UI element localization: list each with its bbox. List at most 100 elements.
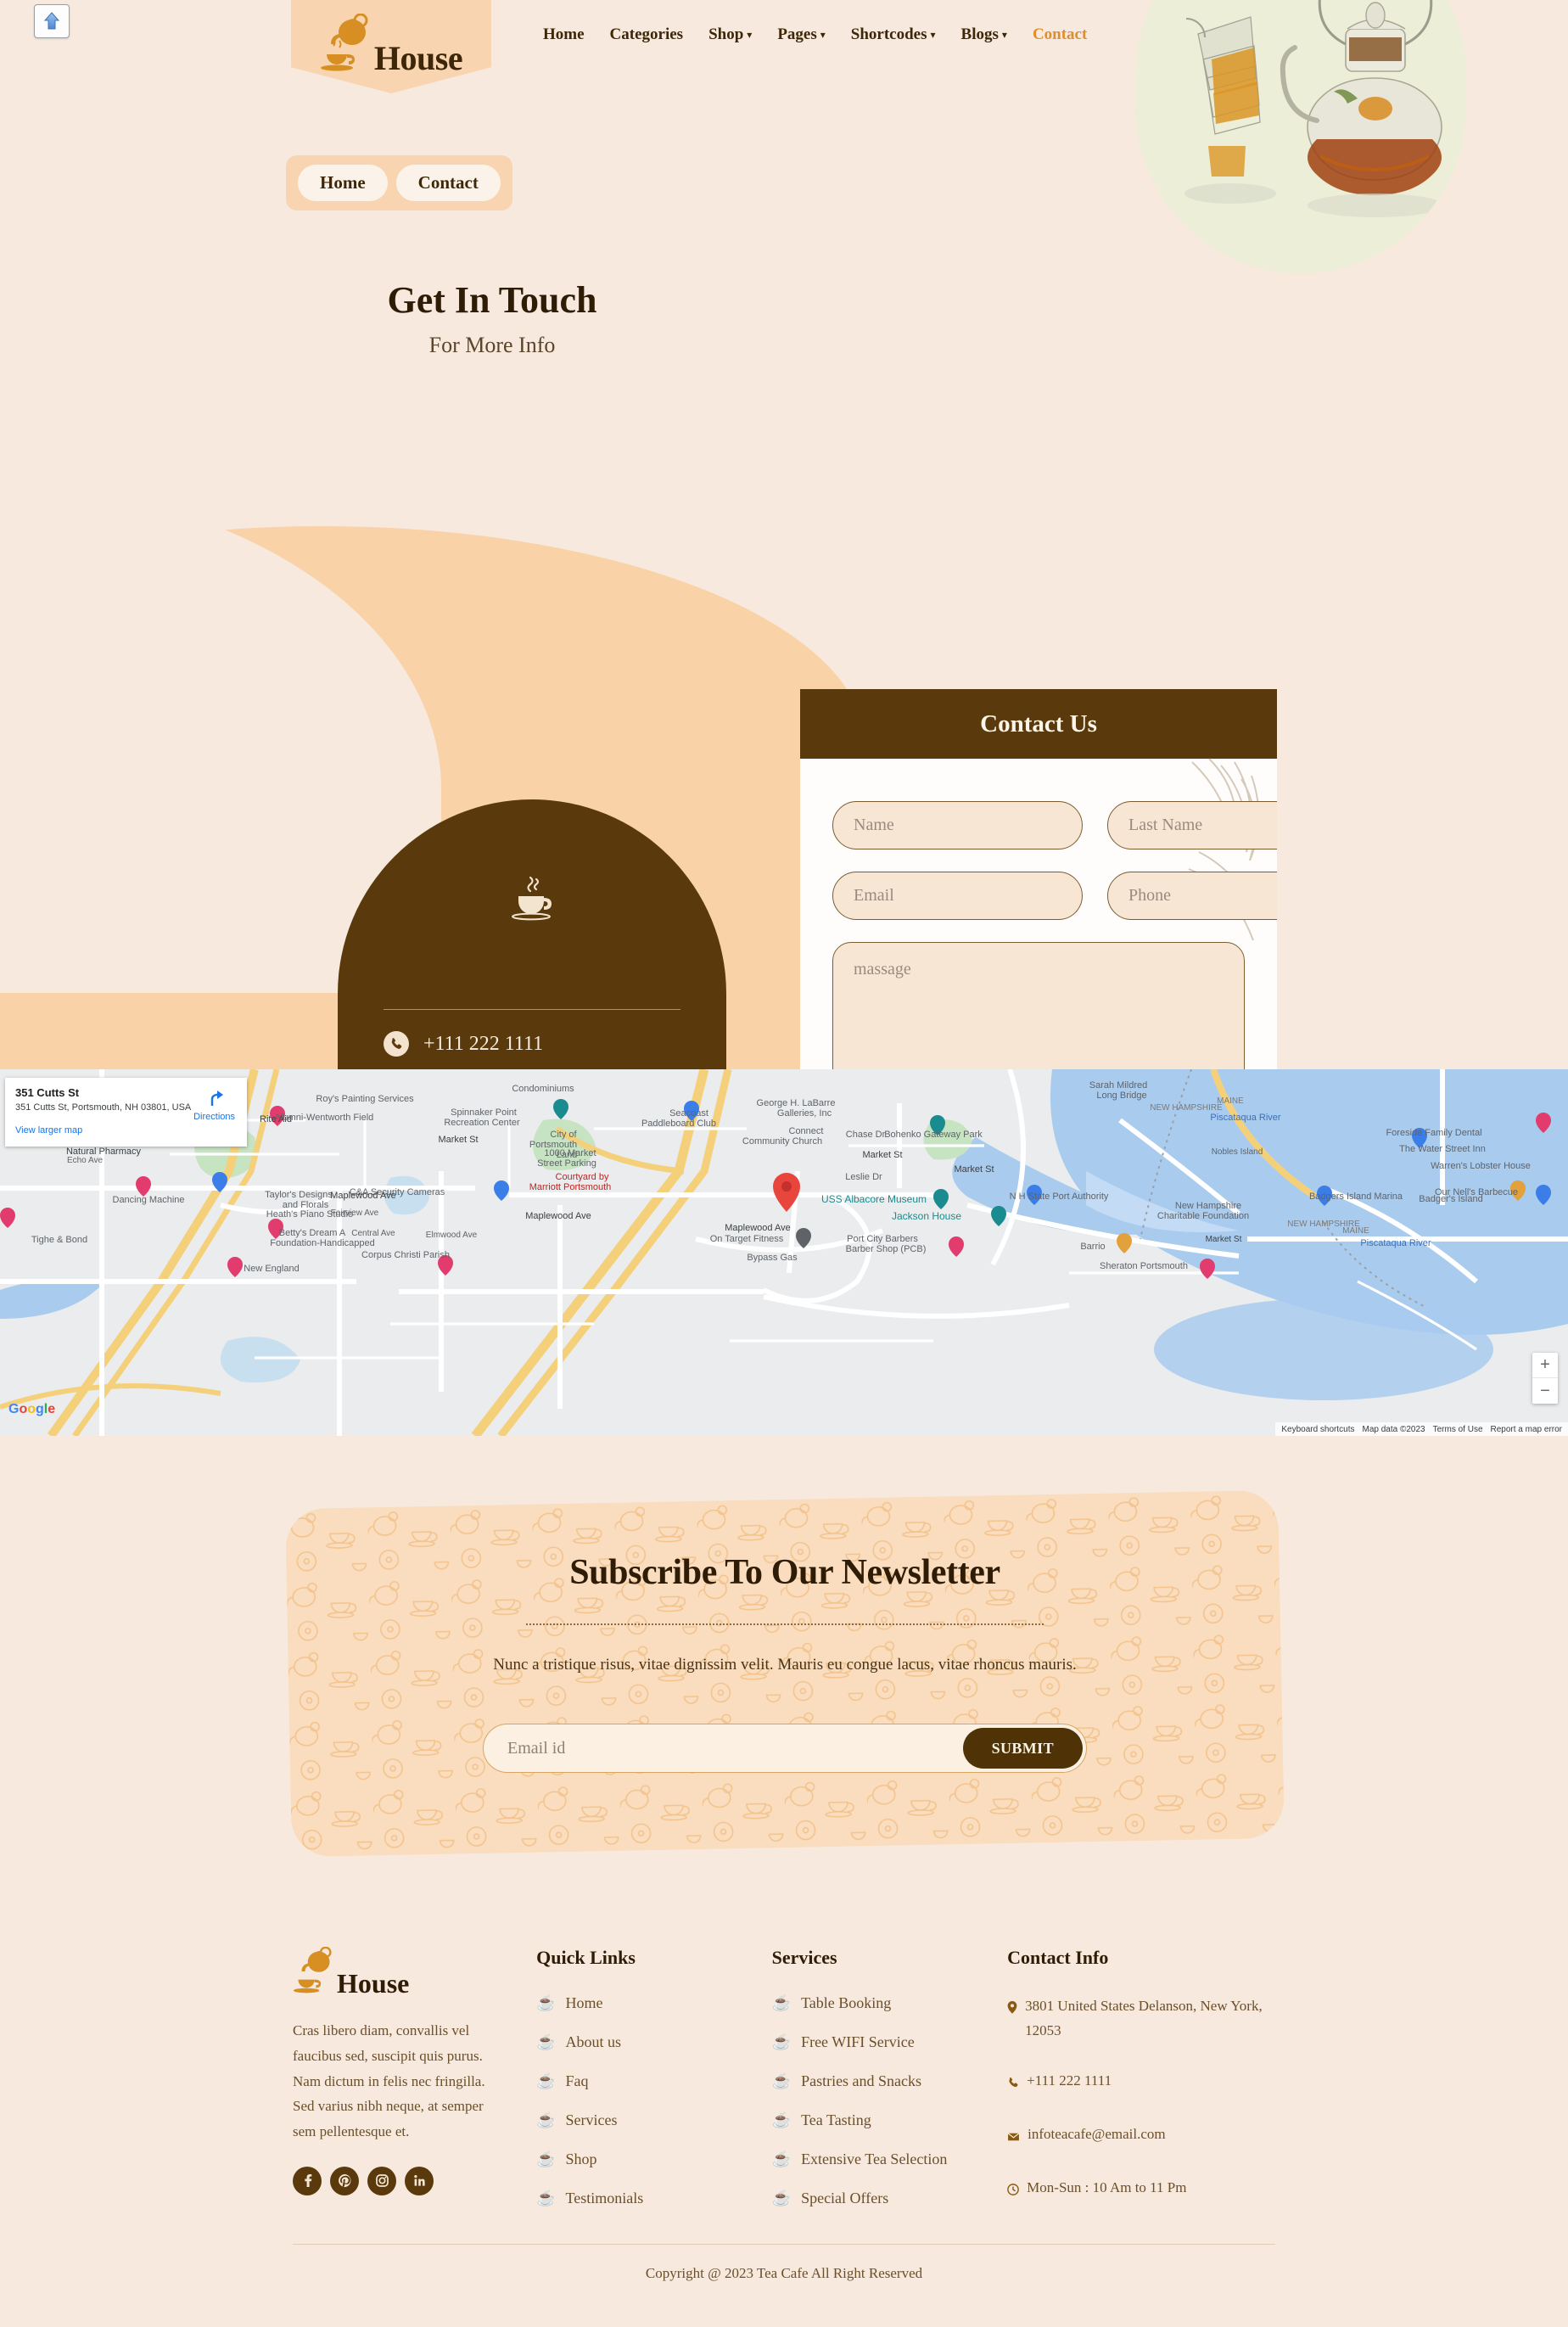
google-logo: Google: [8, 1402, 56, 1416]
map-label: Market St: [954, 1164, 994, 1175]
chevron-down-icon: ▾: [930, 29, 936, 41]
newsletter-section: Subscribe To Our Newsletter Nunc a trist…: [0, 1436, 1568, 1928]
footer-service-tea-tasting[interactable]: ☕ Tea Tasting: [772, 2111, 1008, 2129]
map-label: Badger's Island: [1419, 1194, 1482, 1204]
linkedin-icon[interactable]: [405, 2166, 434, 2195]
nav-item-contact[interactable]: Contact: [1033, 25, 1087, 44]
map-label: Market St: [1206, 1235, 1242, 1244]
last-name-input[interactable]: [1107, 801, 1277, 849]
footer-logo-text: House: [337, 1967, 410, 1999]
facebook-icon[interactable]: [293, 2166, 322, 2195]
main-navigation[interactable]: Home Categories Shop ▾ Pages ▾ Shortcodes ▾…: [543, 25, 1087, 44]
phone-icon: [1007, 2072, 1019, 2097]
map-label: Corpus Christi Parish: [361, 1250, 450, 1260]
footer-logo[interactable]: House: [293, 1947, 536, 1999]
footer-link-testimonials[interactable]: ☕ Testimonials: [536, 2190, 772, 2207]
map-label: Market St: [438, 1135, 478, 1145]
instagram-icon[interactable]: [367, 2166, 396, 2195]
footer-service-special-offers[interactable]: ☕ Special Offers: [772, 2190, 1008, 2207]
contact-phone-row[interactable]: +111 222 1111: [384, 1010, 680, 1069]
footer-brand-column: House Cras libero diam, convallis vel fa…: [293, 1947, 536, 2229]
map-label: Sheraton Portsmouth: [1100, 1261, 1188, 1271]
pinterest-icon[interactable]: [330, 2166, 359, 2195]
map-label: Fairview Ave: [331, 1208, 379, 1218]
cup-bullet-icon: ☕: [771, 2190, 792, 2206]
map-label: Chase Dr: [846, 1130, 886, 1140]
footer-service-free-wifi[interactable]: ☕ Free WIFI Service: [772, 2033, 1008, 2051]
cup-bullet-icon: ☕: [536, 2033, 556, 2050]
social-links: [293, 2166, 536, 2195]
first-name-input[interactable]: [832, 801, 1083, 849]
nav-item-shop[interactable]: Shop ▾: [708, 25, 752, 44]
map-label: Foreside Family Dental: [1386, 1128, 1481, 1138]
footer-link-about-us[interactable]: ☕ About us: [536, 2033, 772, 2051]
breadcrumb-current[interactable]: Contact: [395, 165, 501, 201]
nav-item-pages[interactable]: Pages ▾: [777, 25, 825, 44]
map-destination-marker[interactable]: [772, 1173, 801, 1212]
teapot-cup-icon: [293, 1947, 332, 1993]
map-label: Betty's Dream A: [279, 1228, 346, 1238]
map-label: Warren's Lobster House: [1431, 1161, 1531, 1171]
map-data-label: Map data ©2023: [1362, 1424, 1425, 1434]
map-zoom-controls[interactable]: + −: [1532, 1353, 1558, 1404]
footer-link-home[interactable]: ☕ Home: [536, 1994, 772, 2012]
cup-bullet-icon: ☕: [771, 1994, 792, 2011]
nav-item-shortcodes[interactable]: Shortcodes ▾: [851, 25, 936, 44]
chevron-down-icon: ▾: [1001, 29, 1007, 41]
footer-service-table-booking[interactable]: ☕ Table Booking: [772, 1994, 1008, 2012]
map-label: George H. LaBarre: [757, 1098, 836, 1108]
terms-of-use-link[interactable]: Terms of Use: [1433, 1425, 1483, 1434]
map-label: Condominiums: [512, 1084, 574, 1094]
logo-banner[interactable]: House: [291, 0, 491, 93]
map-label: Maplewood Ave: [330, 1191, 395, 1201]
contact-form-title: Contact Us: [980, 709, 1097, 737]
map-label: Piscataqua River: [1210, 1113, 1280, 1123]
map-label: New England: [244, 1264, 299, 1274]
breadcrumb-home[interactable]: Home: [298, 165, 388, 201]
report-map-error-link[interactable]: Report a map error: [1491, 1425, 1562, 1434]
directions-button[interactable]: Directions: [193, 1090, 235, 1122]
map-label: Seacoast: [669, 1108, 708, 1119]
map-label: Alumni-Wentworth Field: [275, 1113, 374, 1123]
footer-link-shop[interactable]: ☕ Shop: [536, 2150, 772, 2168]
footer-contact-info-column: Contact Info 3801 United States Delanson…: [1007, 1947, 1275, 2229]
nav-label: Contact: [1032, 25, 1088, 43]
email-input[interactable]: [832, 872, 1083, 920]
contact-form-body: SUBMIT: [800, 759, 1277, 1069]
keyboard-shortcuts-link[interactable]: Keyboard shortcuts: [1281, 1425, 1354, 1434]
up-arrow-icon: [43, 12, 60, 30]
map-label: Port City Barbers: [847, 1234, 918, 1244]
view-larger-map-link[interactable]: View larger map: [15, 1125, 82, 1135]
footer-link-label: Shop: [565, 2150, 597, 2167]
contact-form-header: Contact Us: [800, 689, 1277, 759]
footer-email-row[interactable]: infoteacafe@email.com: [1007, 2122, 1275, 2150]
map-label: Taylor's Designs: [265, 1190, 333, 1200]
newsletter-submit-button[interactable]: SUBMIT: [962, 1728, 1083, 1769]
phone-input[interactable]: [1107, 872, 1277, 920]
map-zoom-out-button[interactable]: −: [1532, 1378, 1558, 1404]
map-label: Marriott Portsmouth: [529, 1182, 612, 1192]
footer-link-faq[interactable]: ☕ Faq: [536, 2072, 772, 2090]
footer-address-value: 3801 United States Delanson, New York, 1…: [1025, 1998, 1263, 2038]
map-attribution: Keyboard shortcuts Map data ©2023 Terms …: [1275, 1422, 1568, 1436]
footer-link-label: Services: [565, 2111, 618, 2128]
nav-item-blogs[interactable]: Blogs ▾: [961, 25, 1007, 44]
scroll-to-top-button[interactable]: [34, 4, 70, 38]
footer-service-tea-selection[interactable]: ☕ Extensive Tea Selection: [772, 2150, 1008, 2168]
map-label: Elmwood Ave: [426, 1231, 478, 1240]
map-label: Street Parking: [537, 1158, 596, 1169]
message-textarea[interactable]: [832, 942, 1245, 1069]
footer-service-pastries[interactable]: ☕ Pastries and Snacks: [772, 2072, 1008, 2090]
map-label: Market St: [862, 1150, 902, 1160]
footer-link-label: Special Offers: [801, 2190, 889, 2206]
footer-description: Cras libero diam, convallis vel faucibus…: [293, 2022, 485, 2139]
location-map[interactable]: Roy's Painting Services Condominiums Sarah…: [0, 1069, 1568, 1436]
nav-item-categories[interactable]: Categories: [610, 25, 684, 44]
newsletter-email-input[interactable]: [507, 1738, 963, 1758]
tea-cup-icon: [512, 876, 552, 921]
cup-emblem: [384, 874, 680, 926]
footer-link-services[interactable]: ☕ Services: [536, 2111, 772, 2129]
footer-phone-row[interactable]: +111 222 1111: [1007, 2069, 1275, 2097]
nav-item-home[interactable]: Home: [543, 25, 585, 44]
map-zoom-in-button[interactable]: +: [1532, 1353, 1558, 1378]
